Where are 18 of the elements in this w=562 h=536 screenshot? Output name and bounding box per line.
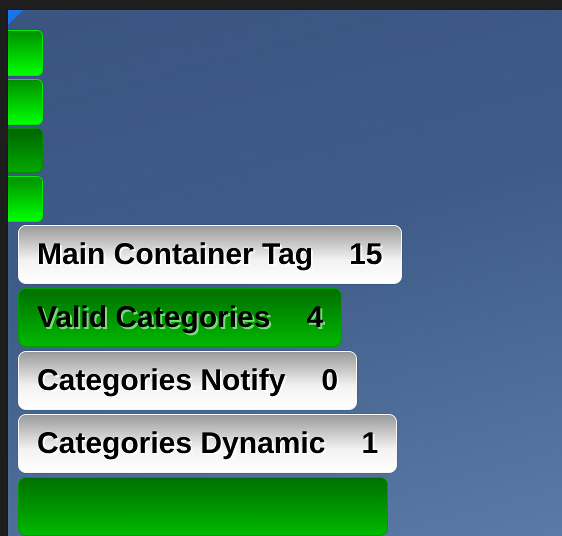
corner-triangle-icon	[8, 10, 23, 25]
category-row[interactable]: Categories Dynamic 1	[18, 414, 398, 473]
side-tab[interactable]	[8, 30, 43, 76]
category-count: 1	[361, 426, 378, 460]
category-row[interactable]	[18, 477, 388, 536]
category-label: Main Container Tag	[37, 238, 314, 272]
category-row[interactable]: Main Container Tag 15	[18, 225, 402, 284]
category-count: 15	[349, 238, 382, 272]
category-label: Categories Notify	[37, 364, 286, 398]
category-row[interactable]: Valid Categories 4	[18, 288, 342, 347]
category-label: Categories Dynamic	[37, 426, 326, 460]
category-count: 4	[306, 300, 324, 334]
category-row[interactable]: Categories Notify 0	[18, 351, 358, 410]
category-label: Valid Categories	[37, 300, 270, 334]
side-tab[interactable]	[8, 78, 43, 124]
side-tab[interactable]	[8, 128, 43, 174]
side-tab[interactable]	[8, 176, 43, 222]
category-count: 0	[321, 364, 338, 398]
